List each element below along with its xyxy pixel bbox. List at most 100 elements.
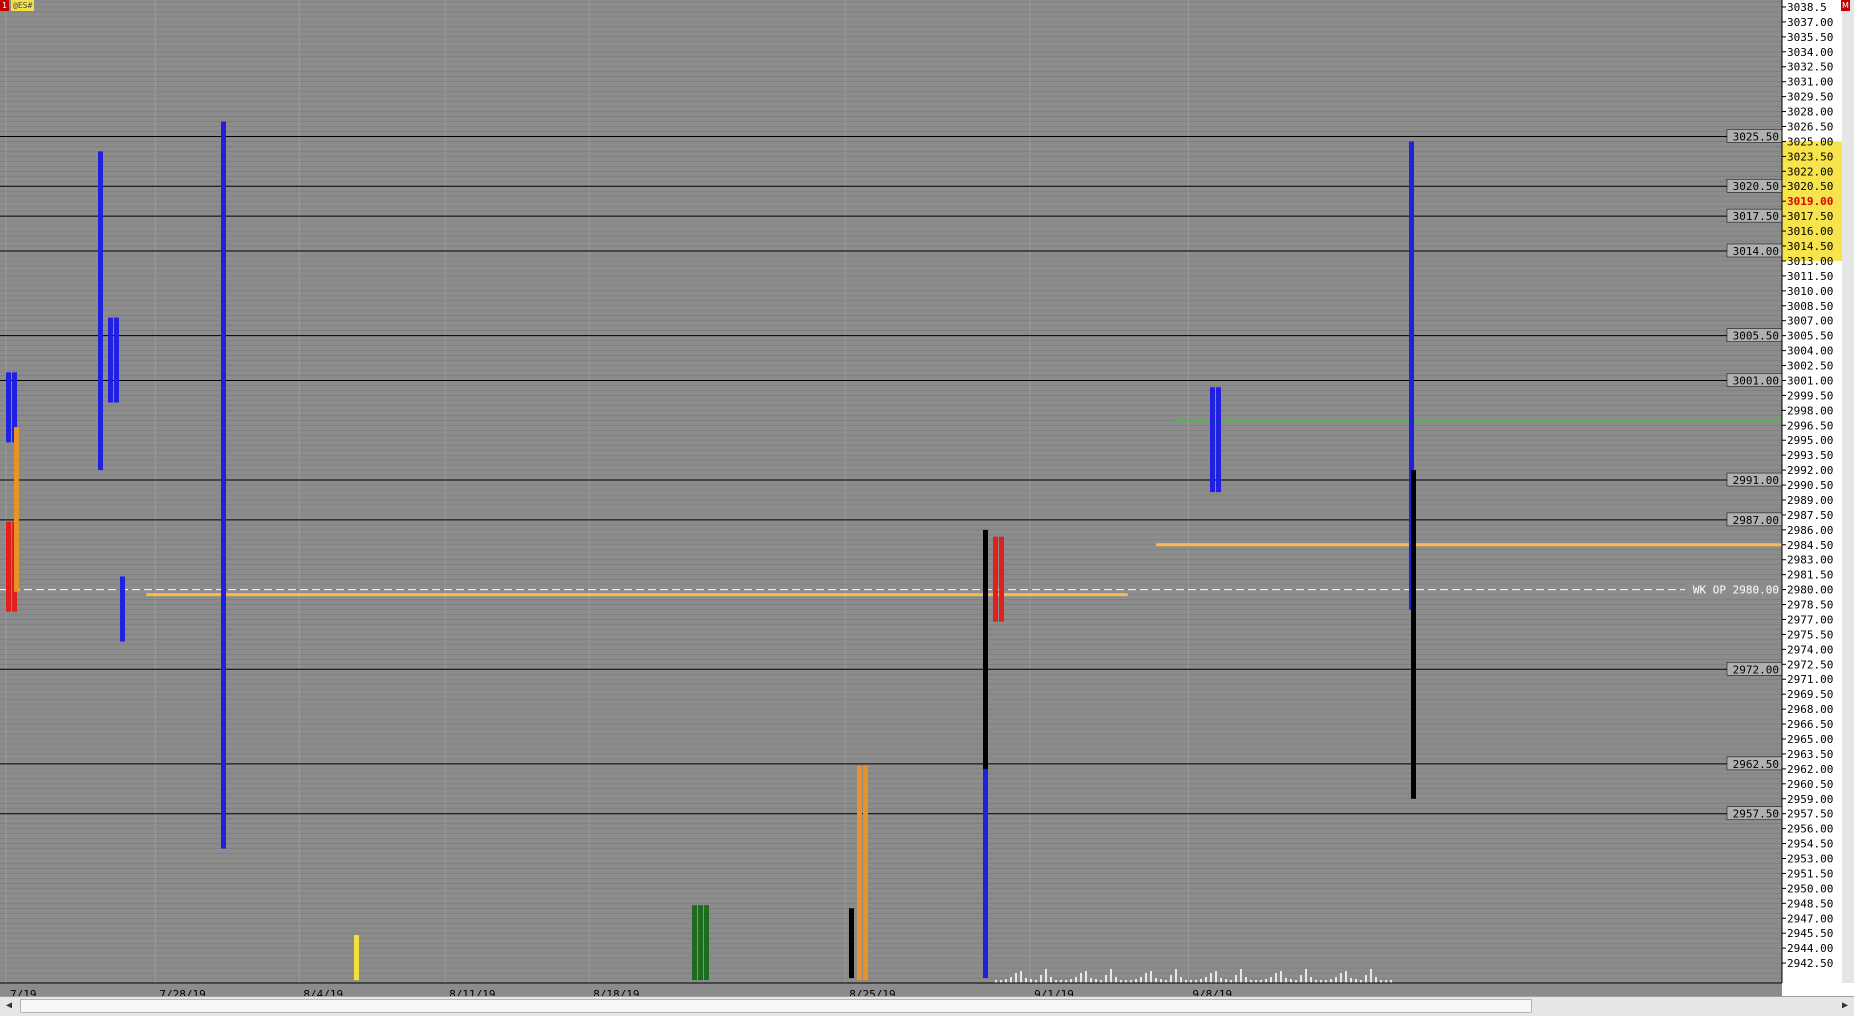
menu-m-button[interactable]: M (1841, 0, 1850, 11)
y-tick-label: 2971.00 (1787, 673, 1833, 686)
volume-bar (1300, 975, 1302, 983)
tpo-block (12, 417, 17, 423)
tpo-block (857, 850, 862, 856)
x-tick-label: 8/4/19 (303, 988, 343, 996)
volume-bar (1115, 977, 1117, 983)
tpo-block (863, 810, 868, 816)
y-tick-label: 3019.00 (1787, 195, 1833, 208)
y-tick-label: 3004.00 (1787, 345, 1833, 358)
tpo-block (108, 357, 113, 363)
tpo-block (863, 800, 868, 806)
tpo-block (1216, 437, 1221, 443)
tpo-block (857, 935, 862, 941)
tpo-block (6, 407, 11, 413)
y-tick-label: 2977.00 (1787, 613, 1833, 626)
tpo-block (14, 471, 19, 478)
y-tick-label: 3025.00 (1787, 135, 1833, 148)
tpo-block (857, 895, 862, 901)
tpo-block (6, 372, 11, 378)
tpo-block (354, 959, 359, 966)
tpo-block (1210, 392, 1215, 398)
scroll-left-arrow-icon[interactable]: ◀ (2, 999, 16, 1013)
tpo-block (108, 317, 113, 323)
tpo-block (14, 452, 19, 458)
y-tick-label: 3020.50 (1787, 180, 1833, 193)
volume-bar (1280, 971, 1282, 983)
tpo-block (12, 606, 17, 612)
volume-bar (1155, 978, 1157, 983)
scroll-right-arrow-icon[interactable]: ▶ (1838, 999, 1852, 1013)
tpo-block (1210, 481, 1215, 488)
tpo-block (1210, 466, 1215, 473)
tpo-block (12, 382, 17, 388)
tpo-block (704, 925, 709, 931)
tpo-block (14, 442, 19, 448)
tpo-block (993, 576, 998, 582)
tpo-block (108, 342, 113, 348)
horizontal-scrollbar[interactable]: ◀ ▶ (0, 996, 1854, 1016)
volume-bar (1025, 978, 1027, 983)
level-tag-label: 3020.50 (1733, 180, 1779, 193)
tpo-block (14, 461, 19, 468)
tpo-block (863, 969, 868, 976)
tpo-block (698, 959, 703, 966)
range-bar (983, 768, 988, 979)
tpo-block (999, 536, 1004, 542)
scroll-thumb[interactable] (20, 999, 1532, 1013)
tpo-block (993, 551, 998, 557)
tpo-block (14, 551, 19, 557)
tpo-block (1210, 427, 1215, 433)
market-profile-chart[interactable]: 3025.50 3020.50 3017.50 3014.00 3005.50 3001.… (0, 0, 1854, 1001)
y-tick-label: 2992.00 (1787, 464, 1833, 477)
tpo-block (1216, 412, 1221, 418)
y-tick-label: 2954.50 (1787, 838, 1833, 851)
tpo-block (704, 915, 709, 921)
y-tick-label: 2953.00 (1787, 853, 1833, 866)
tpo-block (1216, 461, 1221, 468)
tpo-block (993, 611, 998, 617)
tpo-block (12, 596, 17, 602)
y-tick-label: 2981.50 (1787, 569, 1833, 582)
tpo-block (108, 332, 113, 338)
tpo-block (863, 820, 868, 826)
tpo-block (863, 825, 868, 831)
tpo-block (999, 561, 1004, 567)
tpo-block (863, 785, 868, 791)
chart-area[interactable]: 3025.50 3020.50 3017.50 3014.00 3005.50 3001.… (0, 0, 1854, 1015)
tpo-block (120, 631, 125, 637)
close-icon[interactable]: 1 (0, 0, 9, 11)
tpo-block (120, 616, 125, 622)
tpo-block (692, 930, 697, 936)
tpo-block (863, 880, 868, 886)
tpo-block (108, 377, 113, 383)
tpo-block (12, 397, 17, 403)
tpo-block (863, 964, 868, 971)
y-tick-label: 2947.00 (1787, 912, 1833, 925)
tpo-block (863, 845, 868, 851)
tpo-block (863, 830, 868, 836)
tpo-block (120, 606, 125, 612)
x-tick-label: 8/25/19 (849, 988, 895, 996)
tpo-block (993, 581, 998, 587)
tpo-block (857, 820, 862, 826)
x-tick-label: 8/11/19 (449, 988, 495, 996)
tpo-block (1210, 452, 1215, 458)
tpo-block (108, 367, 113, 373)
tpo-block (1216, 471, 1221, 478)
tpo-block (6, 422, 11, 428)
volume-bar (1050, 977, 1052, 983)
tpo-block (863, 805, 868, 811)
volume-bar (1305, 969, 1307, 983)
tpo-block (993, 541, 998, 547)
y-tick-label: 3037.00 (1787, 16, 1833, 29)
tpo-block (6, 596, 11, 602)
volume-bar (1160, 979, 1162, 983)
tpo-block (6, 556, 11, 562)
level-tag-label: WK OP 2980.00 (1693, 584, 1779, 597)
tpo-block (863, 870, 868, 876)
tpo-block (114, 347, 119, 353)
tpo-block (14, 456, 19, 463)
y-tick-label: 2990.50 (1787, 479, 1833, 492)
tpo-block (692, 954, 697, 961)
tpo-block (1216, 486, 1221, 493)
